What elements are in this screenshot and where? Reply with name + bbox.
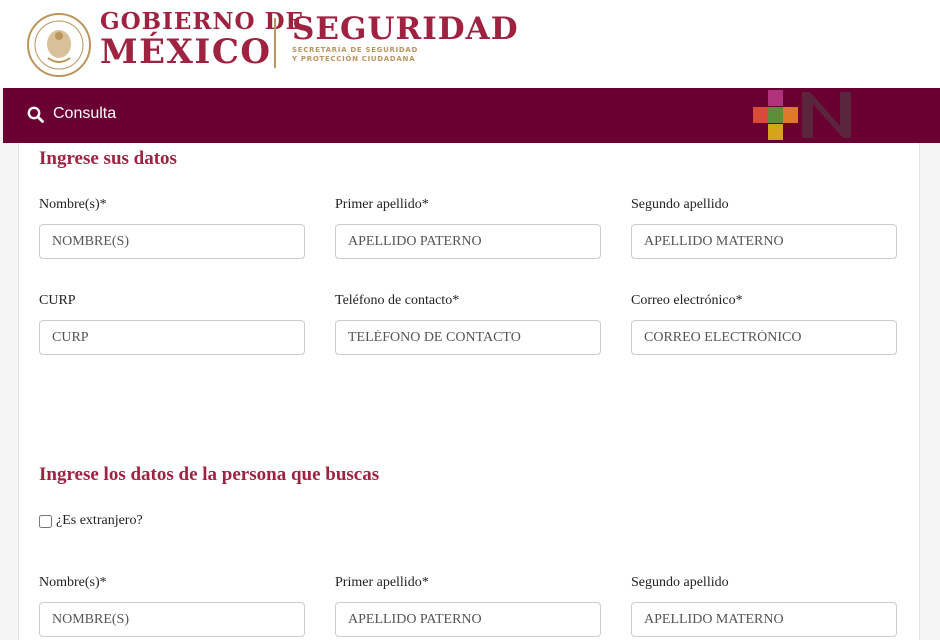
section-title-your-data: Ingrese sus datos bbox=[39, 148, 177, 169]
navbar: Consulta bbox=[3, 88, 940, 143]
consulta-link[interactable]: Consulta bbox=[27, 105, 116, 123]
seguridad-subtitle-2: Y PROTECCIÓN CIUDADANA bbox=[292, 55, 416, 63]
seguridad-logo[interactable]: SEGURIDAD SECRETARÍA DE SEGURIDAD Y PROT… bbox=[292, 14, 519, 63]
site-header: GOBIERNO DE MÉXICO SEGURIDAD SECRETARÍA … bbox=[0, 0, 940, 88]
buscado-segundo-apellido-input[interactable] bbox=[631, 602, 897, 637]
foreigner-checkbox[interactable] bbox=[39, 514, 52, 528]
label-telefono: Teléfono de contacto* bbox=[335, 293, 460, 308]
search-icon bbox=[27, 106, 44, 123]
label-buscado-primer-apellido: Primer apellido* bbox=[335, 575, 429, 590]
seguridad-title: SEGURIDAD bbox=[292, 11, 519, 47]
header-divider bbox=[274, 18, 276, 68]
telefono-input[interactable] bbox=[335, 320, 601, 355]
seguridad-subtitle-1: SECRETARÍA DE SEGURIDAD bbox=[292, 46, 419, 54]
primer-apellido-input[interactable] bbox=[335, 224, 601, 259]
label-segundo-apellido: Segundo apellido bbox=[631, 197, 729, 212]
nombre-input[interactable] bbox=[39, 224, 305, 259]
label-curp: CURP bbox=[39, 293, 76, 308]
foreigner-checkbox-row[interactable]: ¿Es extranjero? bbox=[39, 513, 143, 529]
section-title-person-searched: Ingrese los datos de la persona que busc… bbox=[39, 464, 380, 485]
plus-n-logo-icon bbox=[753, 90, 851, 140]
segundo-apellido-input[interactable] bbox=[631, 224, 897, 259]
label-buscado-segundo-apellido: Segundo apellido bbox=[631, 575, 729, 590]
label-primer-apellido: Primer apellido* bbox=[335, 197, 429, 212]
buscado-primer-apellido-input[interactable] bbox=[335, 602, 601, 637]
curp-input[interactable] bbox=[39, 320, 305, 355]
label-buscado-nombre: Nombre(s)* bbox=[39, 575, 107, 590]
coat-of-arms-seal-icon bbox=[27, 13, 91, 77]
foreigner-label: ¿Es extranjero? bbox=[56, 513, 143, 528]
label-correo: Correo electrónico* bbox=[631, 293, 743, 308]
label-nombre: Nombre(s)* bbox=[39, 197, 107, 212]
buscado-nombre-input[interactable] bbox=[39, 602, 305, 637]
consulta-label: Consulta bbox=[53, 105, 117, 122]
correo-input[interactable] bbox=[631, 320, 897, 355]
form-card: Ingrese sus datos Nombre(s)* Primer apel… bbox=[18, 143, 920, 640]
